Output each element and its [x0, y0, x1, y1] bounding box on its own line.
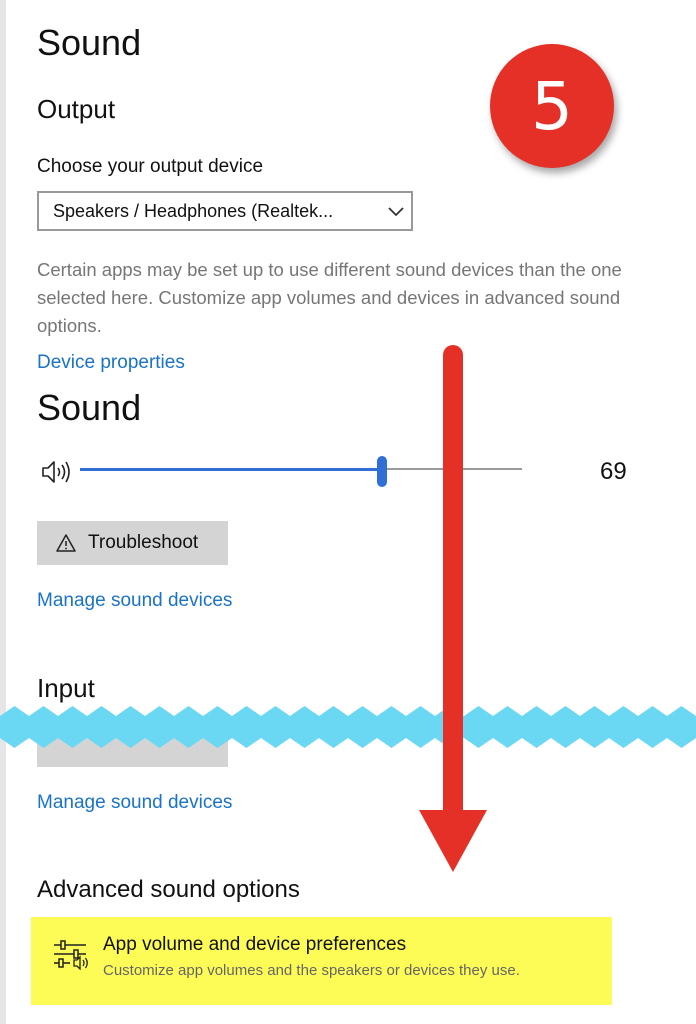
volume-heading: Sound [37, 387, 142, 428]
screenshot-cut-divider [0, 706, 696, 748]
device-properties-link[interactable]: Device properties [37, 352, 185, 374]
output-description: Certain apps may be set up to use differ… [37, 259, 622, 336]
troubleshoot-button[interactable]: Troubleshoot [37, 521, 228, 565]
equalizer-sliders-icon [52, 940, 90, 975]
app-volume-preferences-title: App volume and device preferences [103, 934, 407, 955]
volume-slider-thumb[interactable] [377, 456, 387, 487]
troubleshoot-label: Troubleshoot [88, 532, 199, 553]
chevron-down-icon [381, 205, 411, 217]
output-heading: Output [37, 94, 116, 124]
advanced-heading: Advanced sound options [37, 876, 300, 903]
output-device-label: Choose your output device [37, 156, 264, 177]
speaker-volume-icon[interactable] [41, 459, 73, 490]
step-number: 5 [531, 67, 573, 145]
input-manage-sound-devices-link[interactable]: Manage sound devices [37, 792, 232, 814]
settings-left-edge [0, 0, 6, 1024]
scroll-down-arrow-annotation [419, 345, 487, 872]
manage-sound-devices-link[interactable]: Manage sound devices [37, 590, 232, 612]
app-volume-preferences-subtitle: Customize app volumes and the speakers o… [103, 962, 520, 979]
app-volume-preferences-item[interactable]: App volume and device preferences Custom… [52, 934, 612, 994]
warning-triangle-icon [56, 534, 76, 552]
volume-slider-filled[interactable] [80, 468, 382, 471]
output-device-select[interactable]: Speakers / Headphones (Realtek... [37, 191, 413, 231]
volume-value: 69 [600, 458, 627, 485]
output-device-value: Speakers / Headphones (Realtek... [53, 200, 334, 221]
page-title: Sound [37, 22, 142, 63]
step-number-badge: 5 [490, 44, 614, 168]
